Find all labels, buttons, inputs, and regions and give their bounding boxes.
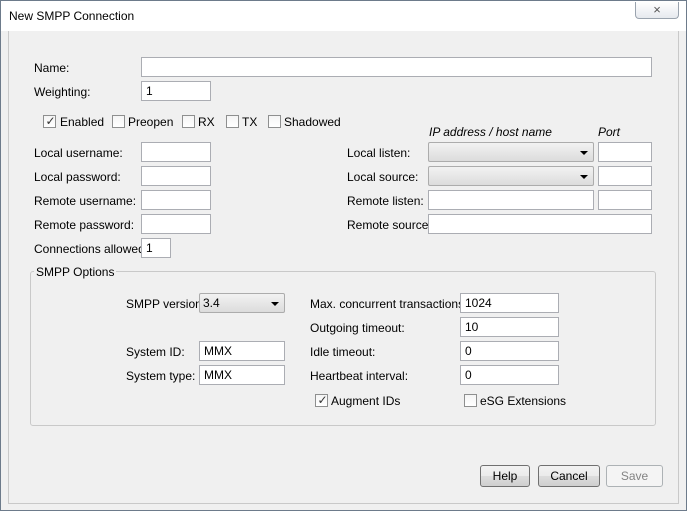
chevron-down-icon (580, 151, 588, 155)
heartbeat-interval-label: Heartbeat interval: (310, 369, 409, 383)
local-password-label: Local password: (34, 170, 121, 184)
smpp-options-title: SMPP Options (34, 265, 117, 279)
ip-column-header: IP address / host name (429, 125, 552, 139)
connections-allowed-label: Connections allowed: (34, 242, 149, 256)
title-bar: New SMPP Connection × (1, 1, 686, 31)
weighting-label: Weighting: (34, 85, 91, 99)
local-username-label: Local username: (34, 146, 123, 160)
tx-checkbox[interactable] (226, 115, 239, 128)
remote-listen-ip-field[interactable] (428, 190, 594, 210)
name-label: Name: (34, 61, 70, 75)
local-username-field[interactable] (141, 142, 211, 162)
chevron-down-icon (271, 302, 279, 306)
local-source-port-field[interactable] (598, 166, 652, 186)
shadowed-checkbox[interactable] (268, 115, 281, 128)
smpp-version-value: 3.4 (203, 296, 220, 310)
cancel-button[interactable]: Cancel (538, 465, 600, 487)
remote-username-label: Remote username: (34, 194, 137, 208)
local-listen-ip-dropdown[interactable] (428, 142, 594, 162)
weighting-field[interactable]: 1 (141, 81, 211, 101)
smpp-version-dropdown[interactable]: 3.4 (199, 293, 285, 313)
port-column-header: Port (598, 125, 621, 139)
system-type-label: System type: (126, 369, 196, 383)
system-id-label: System ID: (126, 345, 185, 359)
window-title: New SMPP Connection (9, 9, 135, 23)
local-listen-port-field[interactable] (598, 142, 652, 162)
max-concurrent-label: Max. concurrent transactions: (310, 297, 468, 311)
system-type-field[interactable]: MMX (199, 365, 285, 385)
local-source-ip-dropdown[interactable] (428, 166, 594, 186)
check-icon: ✓ (317, 393, 328, 407)
local-password-field[interactable] (141, 166, 211, 186)
esg-extensions-label: eSG Extensions (480, 394, 567, 408)
close-icon: × (653, 2, 661, 17)
augment-ids-label: Augment IDs (331, 394, 401, 408)
remote-password-label: Remote password: (34, 218, 135, 232)
remote-username-field[interactable] (141, 190, 211, 210)
remote-listen-label: Remote listen: (347, 194, 424, 208)
idle-timeout-field[interactable]: 0 (460, 341, 559, 361)
local-source-label: Local source: (347, 170, 419, 184)
system-id-field[interactable]: MMX (199, 341, 285, 361)
save-button[interactable]: Save (606, 465, 663, 487)
enabled-label: Enabled (60, 115, 105, 129)
idle-timeout-label: Idle timeout: (310, 345, 376, 359)
local-listen-label: Local listen: (347, 146, 411, 160)
shadowed-label: Shadowed (284, 115, 341, 129)
check-icon: ✓ (45, 114, 56, 128)
rx-label: RX (198, 115, 215, 129)
remote-listen-port-field[interactable] (598, 190, 652, 210)
max-concurrent-field[interactable]: 1024 (460, 293, 559, 313)
remote-source-field[interactable] (428, 214, 652, 234)
enabled-checkbox[interactable]: ✓ (43, 114, 56, 128)
remote-source-label: Remote source: (347, 218, 432, 232)
preopen-checkbox[interactable] (112, 115, 125, 128)
outgoing-timeout-label: Outgoing timeout: (310, 321, 405, 335)
esg-extensions-checkbox[interactable] (464, 394, 477, 407)
rx-checkbox[interactable] (182, 115, 195, 128)
augment-ids-checkbox[interactable]: ✓ (315, 393, 328, 407)
preopen-label: Preopen (128, 115, 174, 129)
outgoing-timeout-field[interactable]: 10 (460, 317, 559, 337)
tx-label: TX (242, 115, 258, 129)
smpp-version-label: SMPP version: (126, 297, 206, 311)
heartbeat-interval-field[interactable]: 0 (460, 365, 559, 385)
connections-allowed-field[interactable]: 1 (141, 238, 171, 258)
name-field[interactable] (141, 57, 652, 77)
remote-password-field[interactable] (141, 214, 211, 234)
chevron-down-icon (580, 175, 588, 179)
help-button[interactable]: Help (480, 465, 530, 487)
close-button[interactable]: × (635, 2, 679, 19)
